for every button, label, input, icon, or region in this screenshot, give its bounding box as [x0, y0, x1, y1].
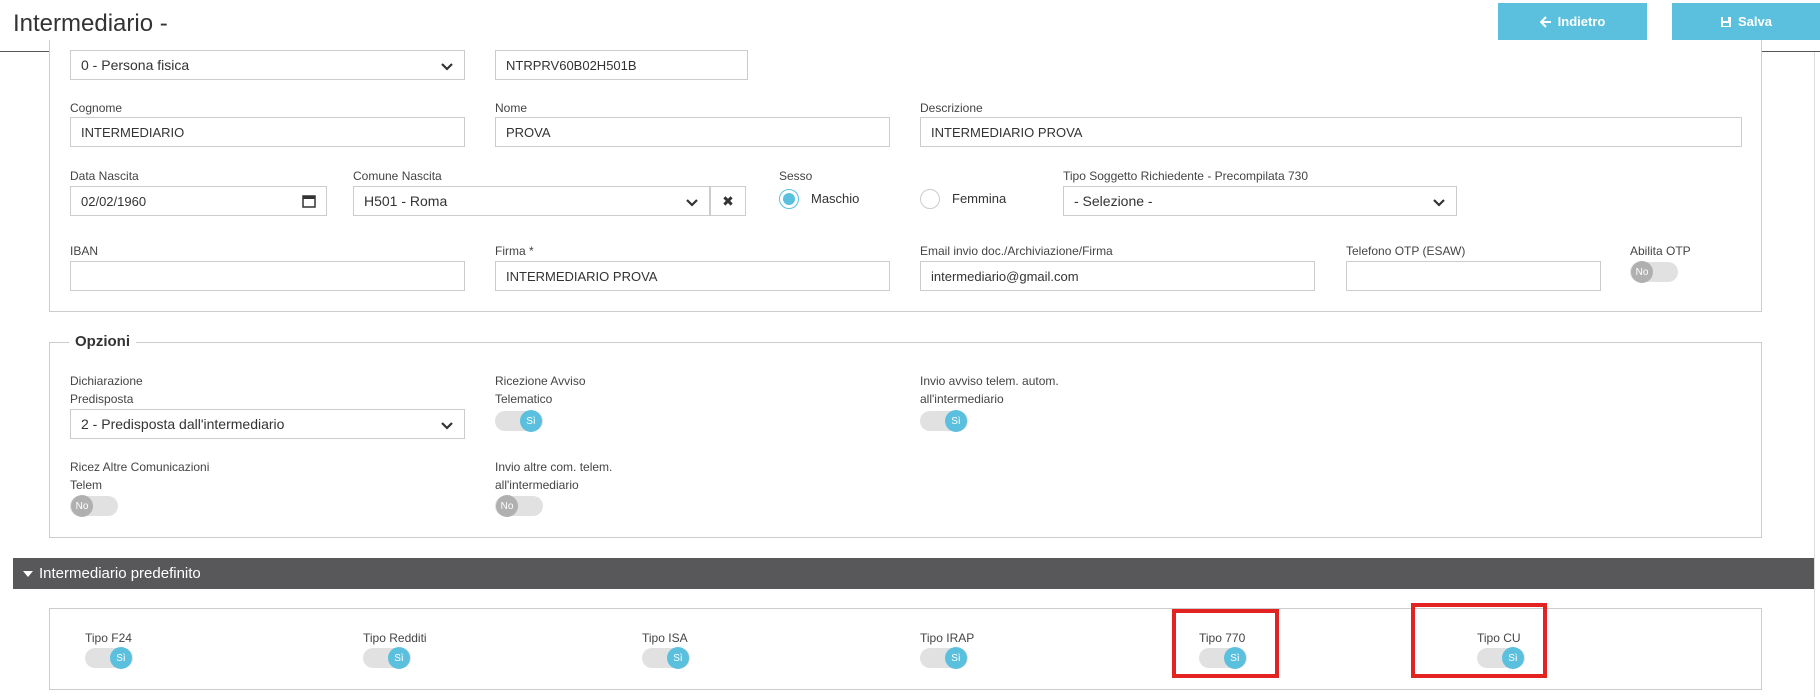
- invio-avviso-label: Invio avviso telem. autom. all'intermedi…: [920, 372, 1059, 408]
- opzioni-legend: Opzioni: [69, 333, 136, 350]
- chevron-down-icon: [441, 63, 453, 71]
- tipo-soggetto-value: - Selezione -: [1074, 193, 1153, 209]
- opzioni-panel: [49, 342, 1762, 538]
- sesso-maschio-radio[interactable]: [779, 189, 799, 209]
- telefono-label: Telefono OTP (ESAW): [1346, 244, 1466, 258]
- clear-comune-button[interactable]: ✖: [710, 186, 746, 216]
- calendar-icon[interactable]: [302, 194, 316, 208]
- descrizione-label: Descrizione: [920, 101, 983, 115]
- close-icon: ✖: [722, 192, 734, 209]
- toggle-knob: No: [71, 495, 93, 517]
- firma-field[interactable]: INTERMEDIARIO PROVA: [495, 261, 890, 291]
- arrow-left-icon: [1539, 15, 1551, 28]
- invio-altre-toggle[interactable]: No: [495, 495, 543, 517]
- sesso-femmina-radio[interactable]: [920, 189, 940, 209]
- sesso-label: Sesso: [779, 169, 813, 183]
- tipo-irap-toggle[interactable]: Sì: [920, 647, 968, 669]
- tipo-f24-toggle[interactable]: Sì: [85, 647, 133, 669]
- invio-avviso-label-line1: Invio avviso telem. autom.: [920, 374, 1059, 388]
- tipo-f24-label: Tipo F24: [85, 631, 132, 645]
- toggle-knob: No: [1631, 261, 1653, 283]
- data-nascita-field[interactable]: 02/02/1960: [70, 186, 327, 216]
- email-label: Email invio doc./Archiviazione/Firma: [920, 244, 1113, 258]
- ricez-altre-label: Ricez Altre Comunicazioni Telem: [70, 458, 209, 494]
- highlight-box-cu: [1411, 603, 1547, 678]
- toggle-knob: Sì: [667, 647, 689, 669]
- invio-avviso-toggle[interactable]: Sì: [920, 410, 968, 432]
- ricezione-toggle[interactable]: Sì: [495, 410, 543, 432]
- caret-down-icon: [23, 570, 33, 577]
- ricezione-label: Ricezione Avviso Telematico: [495, 372, 586, 408]
- dichiarazione-label-line1: Dichiarazione: [70, 374, 143, 388]
- tipo-soggetto-select[interactable]: - Selezione -: [1063, 186, 1457, 216]
- toggle-knob: Sì: [110, 647, 132, 669]
- tipo-persona-select[interactable]: 0 - Persona fisica: [70, 50, 465, 80]
- toggle-knob: Sì: [945, 410, 967, 432]
- comune-nascita-select[interactable]: H501 - Roma: [353, 186, 710, 216]
- cognome-field[interactable]: INTERMEDIARIO: [70, 117, 465, 147]
- toggle-knob: No: [496, 495, 518, 517]
- invio-altre-label-line2: all'intermediario: [495, 478, 579, 492]
- dichiarazione-select[interactable]: 2 - Predisposta dall'intermediario: [70, 409, 465, 439]
- data-nascita-label: Data Nascita: [70, 169, 139, 183]
- ricez-altre-toggle[interactable]: No: [70, 495, 118, 517]
- tipo-soggetto-label: Tipo Soggetto Richiedente - Precompilata…: [1063, 169, 1309, 183]
- data-nascita-value: 02/02/1960: [81, 193, 147, 209]
- tipo-persona-value: 0 - Persona fisica: [81, 57, 190, 73]
- nome-label: Nome: [495, 101, 528, 115]
- iban-label: IBAN: [70, 244, 99, 258]
- abilita-otp-label: Abilita OTP: [1630, 244, 1691, 258]
- tipo-redditi-label: Tipo Redditi: [363, 631, 427, 645]
- back-button-label: Indietro: [1557, 14, 1606, 29]
- chevron-down-icon: [441, 422, 453, 430]
- tipo-irap-label: Tipo IRAP: [920, 631, 975, 645]
- chevron-down-icon: [686, 199, 698, 207]
- save-button-label: Salva: [1738, 14, 1772, 29]
- scrollbar[interactable]: [1814, 52, 1820, 697]
- nome-field[interactable]: PROVA: [495, 117, 890, 147]
- dichiarazione-label: Dichiarazione Predisposta: [70, 372, 143, 408]
- dichiarazione-value: 2 - Predisposta dall'intermediario: [81, 416, 285, 432]
- toggle-knob: Sì: [388, 647, 410, 669]
- comune-nascita-value: H501 - Roma: [364, 193, 448, 209]
- ricez-altre-label-line1: Ricez Altre Comunicazioni: [70, 460, 210, 474]
- iban-field[interactable]: [70, 261, 465, 291]
- sesso-maschio-label: Maschio: [811, 191, 860, 206]
- tipo-isa-toggle[interactable]: Sì: [642, 647, 690, 669]
- telefono-field[interactable]: [1346, 261, 1601, 291]
- cognome-label: Cognome: [70, 101, 123, 115]
- comune-nascita-label: Comune Nascita: [353, 169, 442, 183]
- toggle-knob: Sì: [945, 647, 967, 669]
- firma-label: Firma *: [495, 244, 534, 258]
- highlight-box-770: [1172, 609, 1279, 678]
- codice-fiscale-field[interactable]: NTRPRV60B02H501B: [495, 50, 748, 80]
- dichiarazione-label-line2: Predisposta: [70, 392, 134, 406]
- sesso-femmina-label: Femmina: [952, 191, 1007, 206]
- email-field[interactable]: intermediario@gmail.com: [920, 261, 1315, 291]
- ricezione-label-line1: Ricezione Avviso: [495, 374, 586, 388]
- save-button[interactable]: Salva: [1672, 3, 1820, 40]
- abilita-otp-toggle[interactable]: No: [1630, 261, 1678, 283]
- tipo-redditi-toggle[interactable]: Sì: [363, 647, 411, 669]
- descrizione-field[interactable]: INTERMEDIARIO PROVA: [920, 117, 1742, 147]
- intermediario-predefinito-header[interactable]: Intermediario predefinito: [13, 558, 1814, 589]
- page-title: Intermediario -: [13, 10, 168, 37]
- toggle-knob: Sì: [520, 410, 542, 432]
- invio-altre-label: Invio altre com. telem. all'intermediari…: [495, 458, 612, 494]
- invio-avviso-label-line2: all'intermediario: [920, 392, 1004, 406]
- ricezione-label-line2: Telematico: [495, 392, 553, 406]
- tipo-isa-label: Tipo ISA: [642, 631, 688, 645]
- floppy-disk-icon: [1721, 16, 1731, 27]
- section-title: Intermediario predefinito: [39, 565, 201, 582]
- ricez-altre-label-line2: Telem: [70, 478, 103, 492]
- chevron-down-icon: [1433, 199, 1445, 207]
- invio-altre-label-line1: Invio altre com. telem.: [495, 460, 613, 474]
- back-button[interactable]: Indietro: [1498, 3, 1647, 40]
